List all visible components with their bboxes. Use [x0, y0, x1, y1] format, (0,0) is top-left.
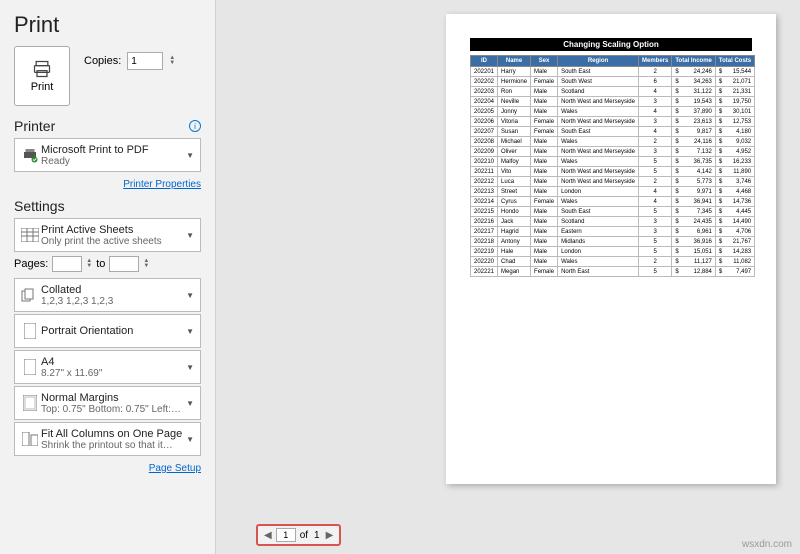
margins-icon — [19, 395, 41, 411]
table-row: 202213StreetMaleLondon49,9714,468 — [471, 187, 755, 197]
chevron-down-icon: ▼ — [184, 291, 196, 300]
table-row: 202202HermioneFemaleSouth West634,26321,… — [471, 77, 755, 87]
table-row: 202205JonnyMaleWales437,89030,101 — [471, 107, 755, 117]
current-page-input[interactable] — [276, 528, 296, 542]
printer-name: Microsoft Print to PDF — [41, 144, 184, 156]
prev-page-button[interactable]: ◀ — [262, 530, 274, 541]
printer-icon — [31, 59, 53, 79]
col-header: Total Costs — [715, 56, 754, 67]
copies-input[interactable] — [127, 52, 163, 70]
collated-icon — [19, 288, 41, 302]
table-row: 202203RonMaleScotland431,12221,331 — [471, 87, 755, 97]
total-pages: 1 — [312, 530, 322, 541]
printer-status: Ready — [41, 156, 184, 167]
print-settings-panel: Print Print Copies: ▲▼ Printer i Microso… — [0, 0, 216, 554]
printer-device-icon — [19, 146, 41, 164]
info-icon[interactable]: i — [189, 120, 201, 132]
paper-size-select[interactable]: A4 8.27" x 11.69" ▼ — [14, 350, 201, 384]
table-row: 202207SusanFemaleSouth East49,8174,180 — [471, 127, 755, 137]
chevron-down-icon: ▼ — [184, 327, 196, 336]
pages-label: Pages: — [14, 258, 48, 270]
orientation-select[interactable]: Portrait Orientation ▼ — [14, 314, 201, 348]
pages-from-input[interactable] — [52, 256, 82, 272]
page-navigator: ◀ of 1 ▶ — [256, 524, 341, 546]
print-preview-area: Changing Scaling Option IDNameSexRegionM… — [216, 0, 800, 554]
chevron-down-icon: ▼ — [184, 363, 196, 372]
table-row: 202201HarryMaleSouth East224,24615,544 — [471, 67, 755, 77]
table-row: 202209OliverMaleNorth West and Merseysid… — [471, 147, 755, 157]
page-icon — [19, 359, 41, 375]
table-row: 202218AntonyMaleMidlands536,91621,767 — [471, 237, 755, 247]
table-row: 202210MalfoyMaleWales536,73516,233 — [471, 157, 755, 167]
chevron-down-icon: ▼ — [184, 151, 196, 160]
table-row: 202206VitoriaFemaleNorth West and Mersey… — [471, 117, 755, 127]
preview-title-bar: Changing Scaling Option — [470, 38, 752, 51]
table-row: 202212LucaMaleNorth West and Merseyside2… — [471, 177, 755, 187]
pages-to-label: to — [96, 258, 105, 270]
col-header: Total Income — [672, 56, 716, 67]
of-label: of — [298, 530, 310, 541]
col-header: Name — [498, 56, 531, 67]
collation-select[interactable]: Collated 1,2,3 1,2,3 1,2,3 ▼ — [14, 278, 201, 312]
sheets-icon — [19, 228, 41, 242]
next-page-button[interactable]: ▶ — [324, 530, 336, 541]
table-row: 202208MichaelMaleWales224,1169,032 — [471, 137, 755, 147]
table-row: 202221MeganFemaleNorth East512,8847,497 — [471, 267, 755, 277]
table-row: 202216JackMaleScotland324,43514,490 — [471, 217, 755, 227]
print-button[interactable]: Print — [14, 46, 70, 106]
scaling-select[interactable]: Fit All Columns on One Page Shrink the p… — [14, 422, 201, 456]
table-row: 202217HagridMaleEastern36,9614,706 — [471, 227, 755, 237]
settings-section-label: Settings — [14, 198, 65, 214]
chevron-down-icon: ▼ — [184, 399, 196, 408]
table-row: 202211VitoMaleNorth West and Merseyside5… — [471, 167, 755, 177]
print-button-label: Print — [31, 81, 54, 93]
printer-section-label: Printer — [14, 118, 55, 134]
page-title: Print — [14, 12, 201, 38]
table-row: 202215HondoMaleSouth East57,3454,445 — [471, 207, 755, 217]
table-row: 202204NevilleMaleNorth West and Merseysi… — [471, 97, 755, 107]
printer-properties-link[interactable]: Printer Properties — [123, 179, 201, 190]
col-header: Members — [638, 56, 671, 67]
printer-select[interactable]: Microsoft Print to PDF Ready ▼ — [14, 138, 201, 172]
table-row: 202214CyrusFemaleWales436,94114,736 — [471, 197, 755, 207]
print-scope-select[interactable]: Print Active Sheets Only print the activ… — [14, 218, 201, 252]
table-row: 202219HaleMaleLondon515,05114,283 — [471, 247, 755, 257]
chevron-down-icon: ▼ — [184, 435, 196, 444]
copies-stepper[interactable]: ▲▼ — [169, 56, 175, 66]
col-header: Region — [558, 56, 639, 67]
copies-label: Copies: — [84, 55, 121, 67]
margins-select[interactable]: Normal Margins Top: 0.75" Bottom: 0.75" … — [14, 386, 201, 420]
scaling-icon — [19, 432, 41, 446]
preview-page: Changing Scaling Option IDNameSexRegionM… — [446, 14, 776, 484]
chevron-down-icon: ▼ — [184, 231, 196, 240]
pages-to-stepper[interactable]: ▲▼ — [143, 259, 149, 269]
preview-table: IDNameSexRegionMembersTotal IncomeTotal … — [470, 55, 755, 277]
pages-to-input[interactable] — [109, 256, 139, 272]
col-header: Sex — [531, 56, 558, 67]
table-row: 202220ChadMaleWales211,12711,082 — [471, 257, 755, 267]
watermark: wsxdn.com — [742, 539, 792, 550]
page-setup-link[interactable]: Page Setup — [149, 463, 201, 474]
pages-from-stepper[interactable]: ▲▼ — [86, 259, 92, 269]
col-header: ID — [471, 56, 498, 67]
portrait-icon — [19, 323, 41, 339]
